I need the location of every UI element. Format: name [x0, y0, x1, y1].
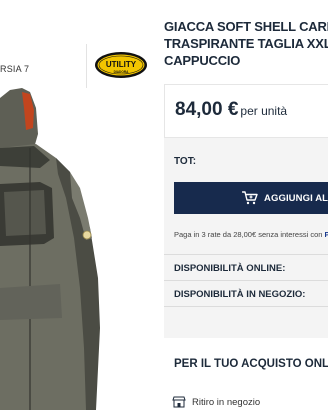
brand-logo-subtext: DIADORA	[114, 70, 130, 74]
header-divider	[86, 44, 87, 88]
installments-text: Paga in 3 rate da 28,00€ senza interessi…	[174, 230, 325, 239]
availability-store: DISPONIBILITÀ IN NEGOZIO:	[174, 289, 306, 300]
online-purchase-title: PER IL TUO ACQUISTO ONLINE:	[174, 358, 328, 370]
availability-divider-bottom	[164, 306, 328, 307]
product-title-line3: CAPPUCCIO	[164, 53, 241, 68]
product-gallery: RSIA 7 UTILITY DIADORA	[0, 0, 158, 410]
price: 84,00 € per unità	[175, 99, 287, 121]
availability-divider-middle	[164, 280, 328, 281]
store-pickup-label: Ritiro in negozio	[192, 396, 261, 408]
variant-label: RSIA 7	[0, 64, 30, 74]
installments-info[interactable]: Paga in 3 rate da 28,00€ senza interessi…	[174, 230, 328, 239]
store-pickup-icon	[172, 396, 186, 408]
product-title-line2: TRASPIRANTE TAGLIA XXL A	[164, 36, 328, 51]
add-to-cart-button[interactable]: AGGIUNGI AL CA	[174, 182, 328, 214]
cart-icon	[242, 191, 258, 205]
installments-brand: P	[324, 230, 328, 239]
price-value: 84,00 €	[175, 99, 239, 120]
product-details: GIACCA SOFT SHELL CARBO TRASPIRANTE TAGL…	[158, 0, 328, 410]
store-pickup-option[interactable]: Ritiro in negozio	[172, 396, 260, 408]
product-title: GIACCA SOFT SHELL CARBO TRASPIRANTE TAGL…	[164, 18, 328, 69]
total-label: TOT:	[174, 156, 197, 167]
brand-logo[interactable]: UTILITY DIADORA	[93, 50, 149, 80]
availability-divider-top	[164, 254, 328, 255]
product-title-line1: GIACCA SOFT SHELL CARBO	[164, 19, 328, 34]
brand-logo-text: UTILITY	[106, 60, 137, 69]
product-image[interactable]	[0, 88, 158, 410]
purchase-panel: TOT: AGGIUNGI AL CA Paga in 3 rate da 28…	[164, 138, 328, 338]
price-box: 84,00 € per unità	[164, 84, 328, 138]
availability-online: DISPONIBILITÀ ONLINE:	[174, 263, 286, 274]
add-to-cart-label: AGGIUNGI AL CA	[264, 192, 328, 204]
price-unit: per unità	[240, 104, 288, 118]
